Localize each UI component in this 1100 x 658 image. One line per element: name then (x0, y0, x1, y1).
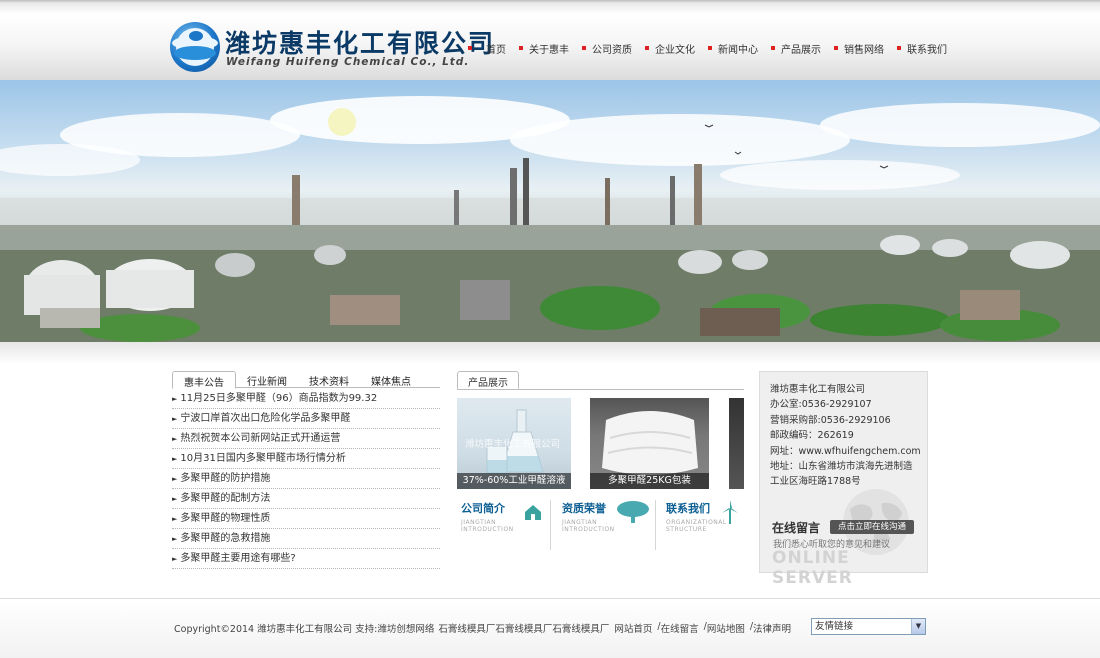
copyright-text: Copyright©2014 潍坊惠丰化工有限公司 支持:潍坊创想网络 (174, 624, 435, 635)
contact-office: 办公室:0536-2929107 (770, 399, 872, 410)
product-caption: 37%-60%工业甲醛溶液 (457, 473, 571, 489)
nav-bullet-icon (708, 46, 712, 50)
site-footer: Copyright©2014 潍坊惠丰化工有限公司 支持:潍坊创想网络 石膏线模… (0, 599, 1100, 658)
footer-text: Copyright©2014 潍坊惠丰化工有限公司 支持:潍坊创想网络 石膏线模… (174, 621, 791, 635)
nav-item-home[interactable]: 首页 (468, 41, 506, 56)
chevron-down-icon[interactable]: ▼ (911, 619, 925, 634)
nav-item-news[interactable]: 新闻中心 (708, 41, 758, 56)
contact-website[interactable]: 网址：www.wfhuifengchem.com (770, 443, 921, 457)
nav-bullet-icon (771, 46, 775, 50)
footer-link[interactable]: 石膏线模具厂 (552, 621, 609, 635)
contact-address-1: 地址：山东省潍坊市滨海先进制造 (770, 461, 913, 472)
footer-link-sitemap[interactable]: 网站地图 (707, 621, 745, 635)
tab-media-focus[interactable]: 媒体焦点 (360, 371, 422, 388)
windmill-icon (722, 500, 738, 524)
nav-bullet-icon (834, 46, 838, 50)
tree-icon (617, 501, 649, 523)
nav-bullet-icon (582, 46, 586, 50)
nav-item-about[interactable]: 关于惠丰 (519, 41, 569, 56)
contact-company: 潍坊惠丰化工有限公司 (770, 384, 866, 395)
contact-sales: 营销采购部:0536-2929106 (770, 415, 891, 426)
arrow-right-icon: ► (172, 514, 178, 523)
house-icon (525, 505, 541, 520)
arrow-right-icon: ► (172, 474, 178, 483)
list-item[interactable]: ► 多聚甲醛的急救措施 (172, 529, 440, 549)
contact-address-2: 工业区海旺路1788号 (770, 476, 861, 487)
list-item[interactable]: ► 宁波口岸首次出口危险化学品多聚甲醛 (172, 409, 440, 429)
main-nav: 首页 关于惠丰 公司资质 企业文化 新闻中心 产品展示 销售网络 联系我们 (468, 41, 960, 56)
section-divider (0, 342, 1100, 364)
nav-item-contact[interactable]: 联系我们 (897, 41, 947, 56)
arrow-right-icon: ► (172, 494, 178, 503)
tab-technical-docs[interactable]: 技术资料 (298, 371, 360, 388)
info-divider (550, 500, 551, 550)
list-item[interactable]: ► 多聚甲醛的防护措施 (172, 469, 440, 489)
company-intro-link[interactable]: 公司简介 JIANGTIAN INTRODUCTION (461, 500, 545, 550)
list-item[interactable]: ► 多聚甲醛主要用途有哪些? (172, 549, 440, 569)
plant-panorama-icon (0, 96, 1100, 342)
arrow-right-icon: ► (172, 394, 178, 403)
tab-industry-news[interactable]: 行业新闻 (236, 371, 298, 388)
nav-item-products[interactable]: 产品展示 (771, 41, 821, 56)
nav-bullet-icon (519, 46, 523, 50)
nav-bullet-icon (897, 46, 901, 50)
list-item[interactable]: ► 热烈祝贺本公司新网站正式开通运营 (172, 429, 440, 449)
arrow-right-icon: ► (172, 414, 178, 423)
list-item[interactable]: ► 11月25日多聚甲醛（96）商品指数为99.32 (172, 389, 440, 409)
arrow-right-icon: ► (172, 534, 178, 543)
footer-link[interactable]: 石膏线模具厂 (495, 621, 552, 635)
product-caption: 多聚甲醛25KG包装 (590, 473, 709, 489)
nav-item-culture[interactable]: 企业文化 (645, 41, 695, 56)
arrow-right-icon: ► (172, 454, 178, 463)
news-list: ► 11月25日多聚甲醛（96）商品指数为99.32 ► 宁波口岸首次出口危险化学品… (172, 389, 440, 569)
online-chat-button[interactable]: 点击立即在线沟通 (830, 520, 914, 534)
footer-link-home[interactable]: 网站首页 (614, 621, 652, 635)
company-name-en: Weifang Huifeng Chemical Co., Ltd. (226, 56, 470, 68)
site-header: 潍坊惠丰化工有限公司 Weifang Huifeng Chemical Co.,… (0, 0, 1100, 80)
tab-products[interactable]: 产品展示 (457, 371, 519, 389)
product-formaldehyde[interactable]: 潍坊惠丰化工有限公司 37%-60%工业甲醛溶液 (457, 398, 571, 489)
nav-bullet-icon (468, 46, 472, 50)
banner-image (0, 80, 1100, 342)
online-server-label: ONLINE SERVER (772, 548, 853, 588)
product-paraformaldehyde[interactable]: 多聚甲醛25KG包装 (590, 398, 709, 489)
list-item[interactable]: ► 10月31日国内多聚甲醛市场行情分析 (172, 449, 440, 469)
qualification-link[interactable]: 资质荣誉 JIANGTIAN INTRODUCTION (562, 500, 652, 550)
products-tab-underline (457, 389, 744, 390)
tab-announcements[interactable]: 惠丰公告 (172, 371, 236, 389)
nav-bullet-icon (645, 46, 649, 50)
friend-links-select[interactable]: 友情链接 ▼ (811, 618, 926, 635)
list-item[interactable]: ► 多聚甲醛的配制方法 (172, 489, 440, 509)
contact-postcode: 邮政编码：262619 (770, 430, 854, 441)
company-name-cn: 潍坊惠丰化工有限公司 (225, 29, 496, 58)
footer-link-legal[interactable]: 法律声明 (753, 621, 791, 635)
arrow-right-icon: ► (172, 434, 178, 443)
product-watermark: 潍坊惠丰化工有限公司 (465, 439, 561, 450)
news-tabs: 惠丰公告 行业新闻 技术资料 媒体焦点 (172, 371, 440, 389)
footer-link[interactable]: 石膏线模具厂 (438, 621, 495, 635)
arrow-right-icon: ► (172, 554, 178, 563)
contact-link[interactable]: 联系我们 ORGANIZATIONAL STRUCTURE (666, 500, 746, 550)
online-message-title: 在线留言 (772, 521, 821, 535)
contact-panel: 潍坊惠丰化工有限公司 办公室:0536-2929107 营销采购部:0536-2… (759, 371, 928, 588)
product-next[interactable] (729, 398, 744, 489)
nav-item-sales[interactable]: 销售网络 (834, 41, 884, 56)
info-divider (655, 500, 656, 550)
list-item[interactable]: ► 多聚甲醛的物理性质 (172, 509, 440, 529)
company-logo-icon[interactable] (170, 22, 220, 72)
footer-link-message[interactable]: 在线留言 (661, 621, 699, 635)
nav-item-qualification[interactable]: 公司资质 (582, 41, 632, 56)
